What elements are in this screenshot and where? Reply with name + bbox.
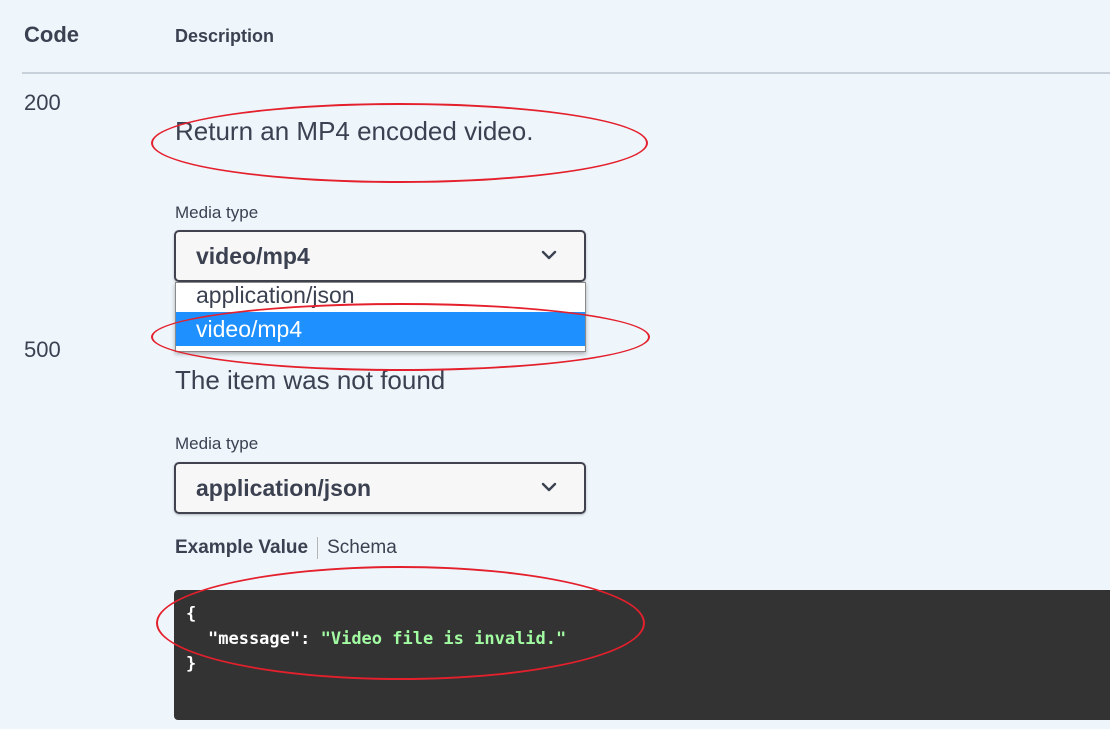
- tab-separator: [317, 537, 319, 559]
- description-column-header: Description: [175, 26, 275, 46]
- media-type-dropdown-list: application/json video/mp4: [175, 282, 586, 352]
- media-type-label-500: Media type: [175, 434, 259, 453]
- media-type-select-value: video/mp4: [196, 242, 310, 269]
- chevron-down-icon: [541, 250, 557, 260]
- media-type-label-200: Media type: [175, 203, 259, 222]
- media-type-select-value: application/json: [196, 474, 372, 501]
- code-column-header: Code: [24, 22, 79, 47]
- json-close-brace: }: [186, 654, 197, 674]
- json-key: "message": [208, 629, 301, 649]
- example-tabs: Example Value Schema: [175, 537, 397, 559]
- response-description-500: The item was not found: [175, 365, 446, 395]
- tab-example-value[interactable]: Example Value: [175, 537, 308, 559]
- header-divider: [22, 72, 1110, 74]
- media-type-select-500[interactable]: application/json: [174, 462, 586, 514]
- json-open-brace: {: [186, 604, 197, 624]
- tab-schema[interactable]: Schema: [327, 537, 397, 559]
- response-code-200: 200: [24, 90, 61, 115]
- chevron-down-icon: [541, 482, 557, 492]
- json-string-value: "Video file is invalid.": [320, 629, 567, 649]
- response-description-200: Return an MP4 encoded video.: [175, 116, 534, 146]
- media-type-select-200[interactable]: video/mp4: [174, 230, 586, 282]
- response-code-500: 500: [24, 337, 61, 362]
- dropdown-option-application-json[interactable]: application/json: [176, 283, 585, 312]
- example-value-code-block: { "message": "Video file is invalid." }: [174, 590, 1110, 720]
- json-colon: :: [300, 629, 321, 649]
- dropdown-option-video-mp4[interactable]: video/mp4: [176, 312, 585, 346]
